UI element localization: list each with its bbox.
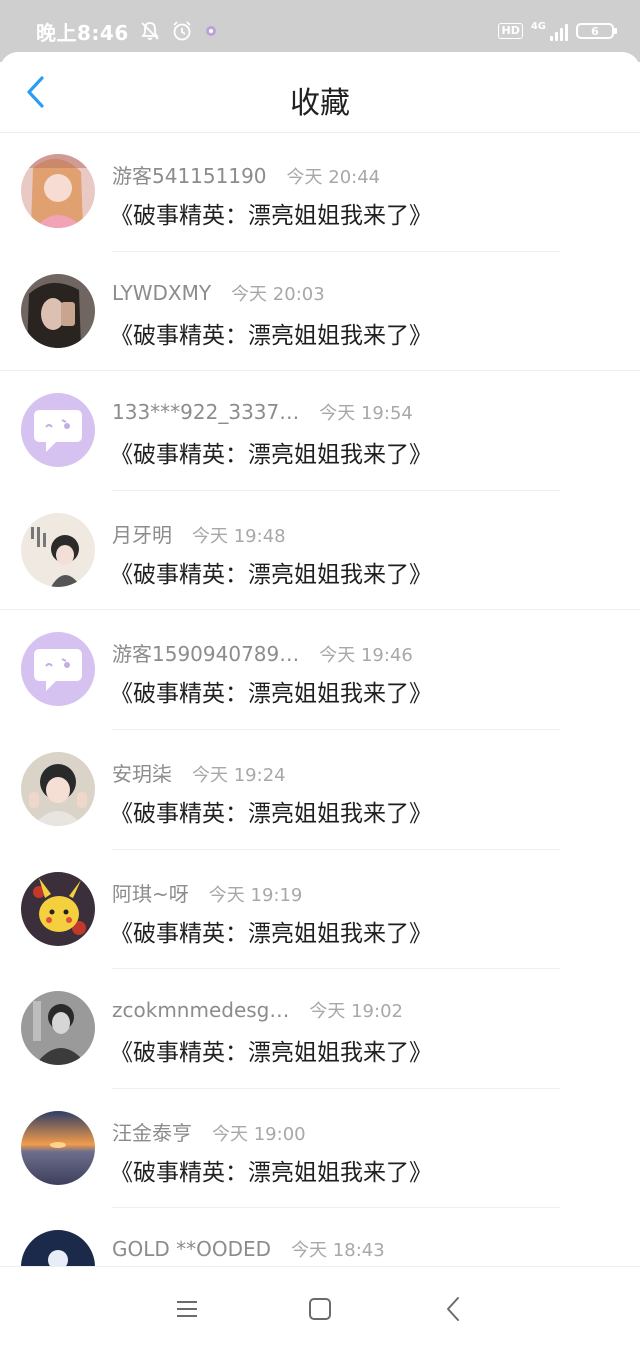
list-item[interactable]: zcokmnmedesg… 今天 19:02 《破事精英：漂亮姐姐我来了》 [0,969,640,1089]
timestamp: 今天 19:46 [319,645,413,667]
network-type: 4G [530,21,546,32]
default-avatar-icon [34,410,82,453]
default-avatar-icon [34,649,82,692]
list-item[interactable]: 133***922_3337… 今天 19:54 《破事精英：漂亮姐姐我来了》 [0,371,640,491]
post-title[interactable]: 《破事精英：漂亮姐姐我来了》 [110,914,432,948]
item-meta: 阿琪~呀 今天 19:19 [112,878,302,907]
avatar[interactable] [21,632,95,707]
item-meta: 游客541151190 今天 20:44 [112,160,380,189]
timestamp: 今天 18:43 [291,1240,385,1262]
favorites-list: 游客541151190 今天 20:44 《破事精英：漂亮姐姐我来了》 LYWD… [0,132,640,1266]
avatar[interactable] [21,991,95,1066]
battery-icon: 6 [576,23,617,39]
timestamp: 今天 19:02 [309,1001,403,1023]
status-left: 晚上8:46 [36,17,219,46]
alarm-icon [171,20,193,42]
header: 收藏 [0,52,640,132]
avatar[interactable] [21,1230,95,1266]
timestamp: 今天 20:44 [286,167,381,188]
post-title[interactable]: 《破事精英：漂亮姐姐我来了》 [110,794,432,828]
timestamp: 今天 19:00 [212,1123,306,1145]
post-title[interactable]: 《破事精英：漂亮姐姐我来了》 [110,1033,432,1067]
app-notification-icon [203,23,219,39]
post-title[interactable]: 《破事精英：漂亮姐姐我来了》 [110,435,432,469]
home-square-icon [308,1298,331,1320]
timestamp: 今天 19:19 [208,884,303,906]
username[interactable]: 133***922_3337… [112,400,299,424]
post-title[interactable]: 《破事精英：漂亮姐姐我来了》 [110,196,432,230]
item-meta: GOLD **OODED 今天 18:43 [112,1236,385,1262]
post-title[interactable]: 《破事精英：漂亮姐姐我来了》 [110,674,432,708]
username[interactable]: 游客1590940789… [112,638,299,667]
item-meta: 汪金泰亨 今天 19:00 [112,1117,306,1146]
username[interactable]: GOLD **OODED [112,1237,271,1261]
timestamp: 今天 19:54 [319,403,413,425]
list-item[interactable]: 月牙明 今天 19:48 《破事精英：漂亮姐姐我来了》 [0,491,640,611]
avatar[interactable] [21,751,95,826]
list-item[interactable]: GOLD **OODED 今天 18:43 [0,1208,640,1266]
avatar[interactable] [21,393,95,468]
timestamp: 今天 20:03 [231,283,325,305]
signal-icon: 4G [531,21,568,41]
username[interactable]: 阿琪~呀 [112,878,189,907]
avatar[interactable] [21,871,95,946]
timestamp: 今天 19:24 [192,764,286,786]
post-title[interactable]: 《破事精英：漂亮姐姐我来了》 [110,555,432,589]
item-meta: 安玥柒 今天 19:24 [112,758,286,787]
hd-icon: HD [498,23,523,39]
username[interactable]: 游客541151190 [112,160,267,189]
system-back-button[interactable] [433,1289,473,1329]
username[interactable]: 汪金泰亨 [112,1117,192,1146]
username[interactable]: 安玥柒 [112,758,172,787]
page-title: 收藏 [290,86,350,121]
back-triangle-icon [447,1297,460,1321]
list-item[interactable]: 安玥柒 今天 19:24 《破事精英：漂亮姐姐我来了》 [0,730,640,850]
home-button[interactable] [300,1289,340,1329]
item-meta: 133***922_3337… 今天 19:54 [112,399,413,425]
username[interactable]: LYWDXMY [112,281,211,305]
item-meta: 月牙明 今天 19:48 [112,519,286,548]
item-meta: LYWDXMY 今天 20:03 [112,280,325,306]
item-meta: zcokmnmedesg… 今天 19:02 [112,997,403,1023]
post-title[interactable]: 《破事精英：漂亮姐姐我来了》 [110,316,432,350]
avatar[interactable] [21,154,95,228]
post-title[interactable]: 《破事精英：漂亮姐姐我来了》 [110,1153,432,1187]
status-right: HD 4G 6 [498,21,617,41]
list-item[interactable]: 游客1590940789… 今天 19:46 《破事精英：漂亮姐姐我来了》 [0,610,640,730]
list-item[interactable]: 阿琪~呀 今天 19:19 《破事精英：漂亮姐姐我来了》 [0,850,640,970]
avatar[interactable] [21,512,95,587]
avatar[interactable] [21,1110,95,1185]
timestamp: 今天 19:48 [192,525,286,547]
avatar[interactable] [21,273,95,348]
menu-icon [176,1301,197,1317]
battery-level: 6 [591,24,599,38]
system-nav-bar [0,1266,640,1351]
menu-button[interactable] [167,1289,207,1329]
mute-bell-icon [139,20,161,42]
status-time: 晚上8:46 [36,20,129,45]
username[interactable]: zcokmnmedesg… [112,998,289,1022]
list-item[interactable]: LYWDXMY 今天 20:03 《破事精英：漂亮姐姐我来了》 [0,252,640,372]
item-meta: 游客1590940789… 今天 19:46 [112,638,413,667]
list-item[interactable]: 游客541151190 今天 20:44 《破事精英：漂亮姐姐我来了》 [0,132,640,252]
list-item[interactable]: 汪金泰亨 今天 19:00 《破事精英：漂亮姐姐我来了》 [0,1089,640,1209]
username[interactable]: 月牙明 [112,519,172,548]
